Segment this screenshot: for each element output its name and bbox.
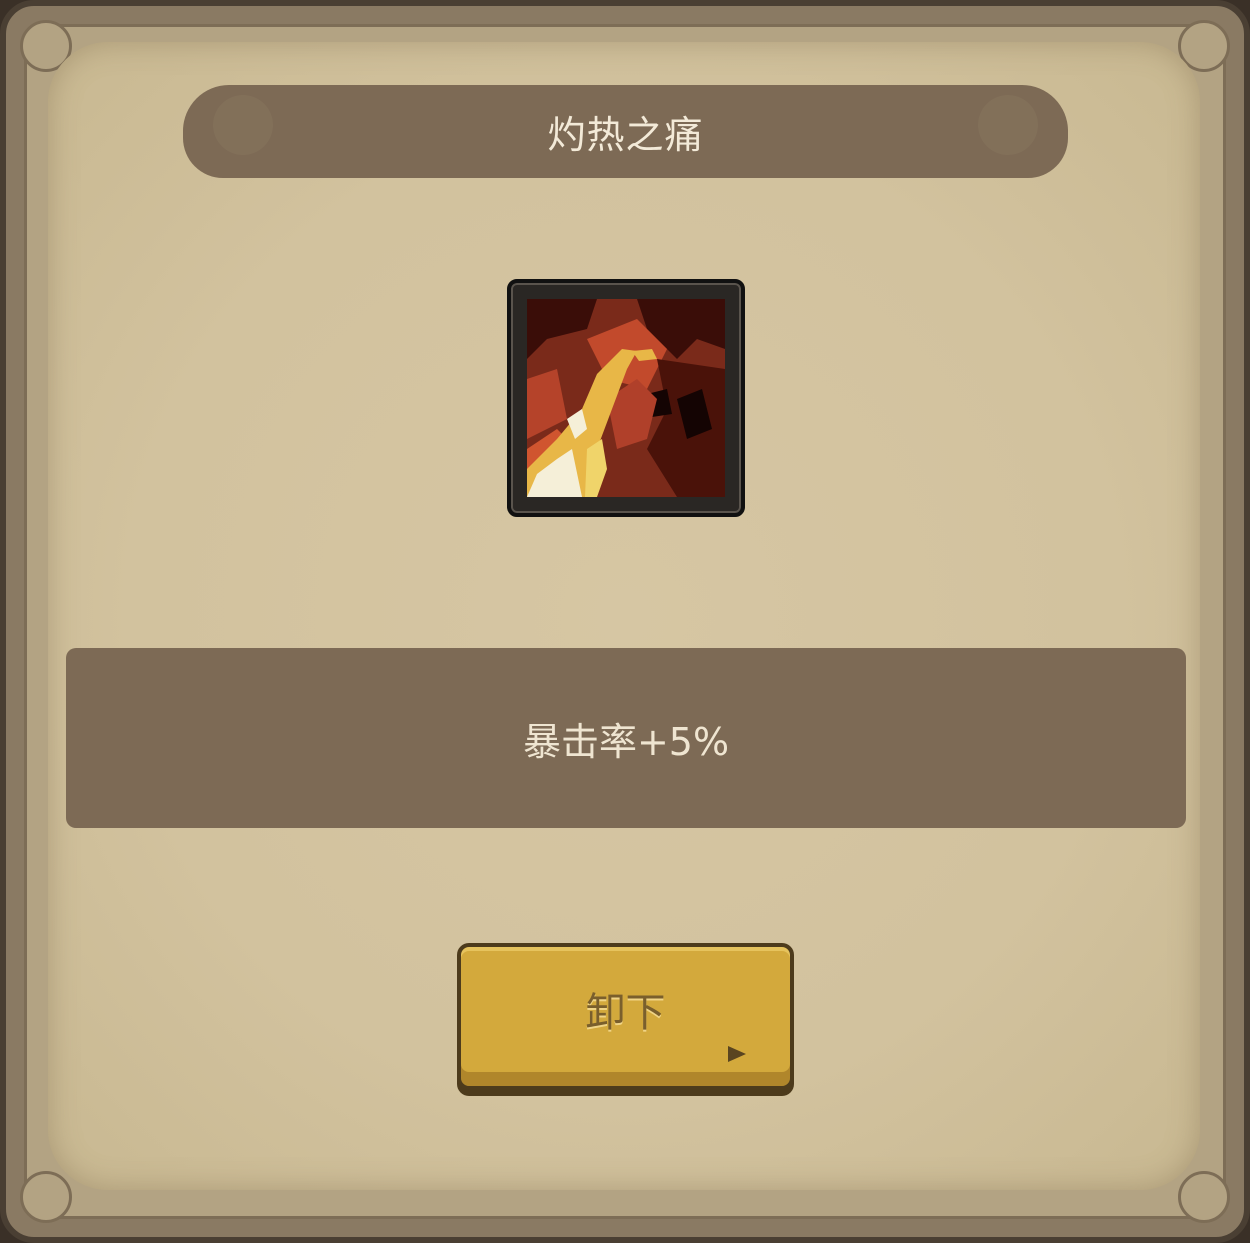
unequip-button[interactable]: 卸下 [457, 943, 794, 1090]
button-crack-decoration [728, 1046, 746, 1062]
description-box: 暴击率+5% [66, 648, 1186, 828]
skill-title: 灼热之痛 [547, 113, 704, 157]
skill-effect-text: 暴击率+5% [522, 719, 730, 764]
corner-ornament-bottom-right [1178, 1171, 1230, 1223]
skill-icon-frame [507, 279, 745, 517]
corner-ornament-bottom-left [20, 1171, 72, 1223]
fire-skill-icon [527, 299, 725, 497]
title-banner: 灼热之痛 [183, 85, 1068, 178]
